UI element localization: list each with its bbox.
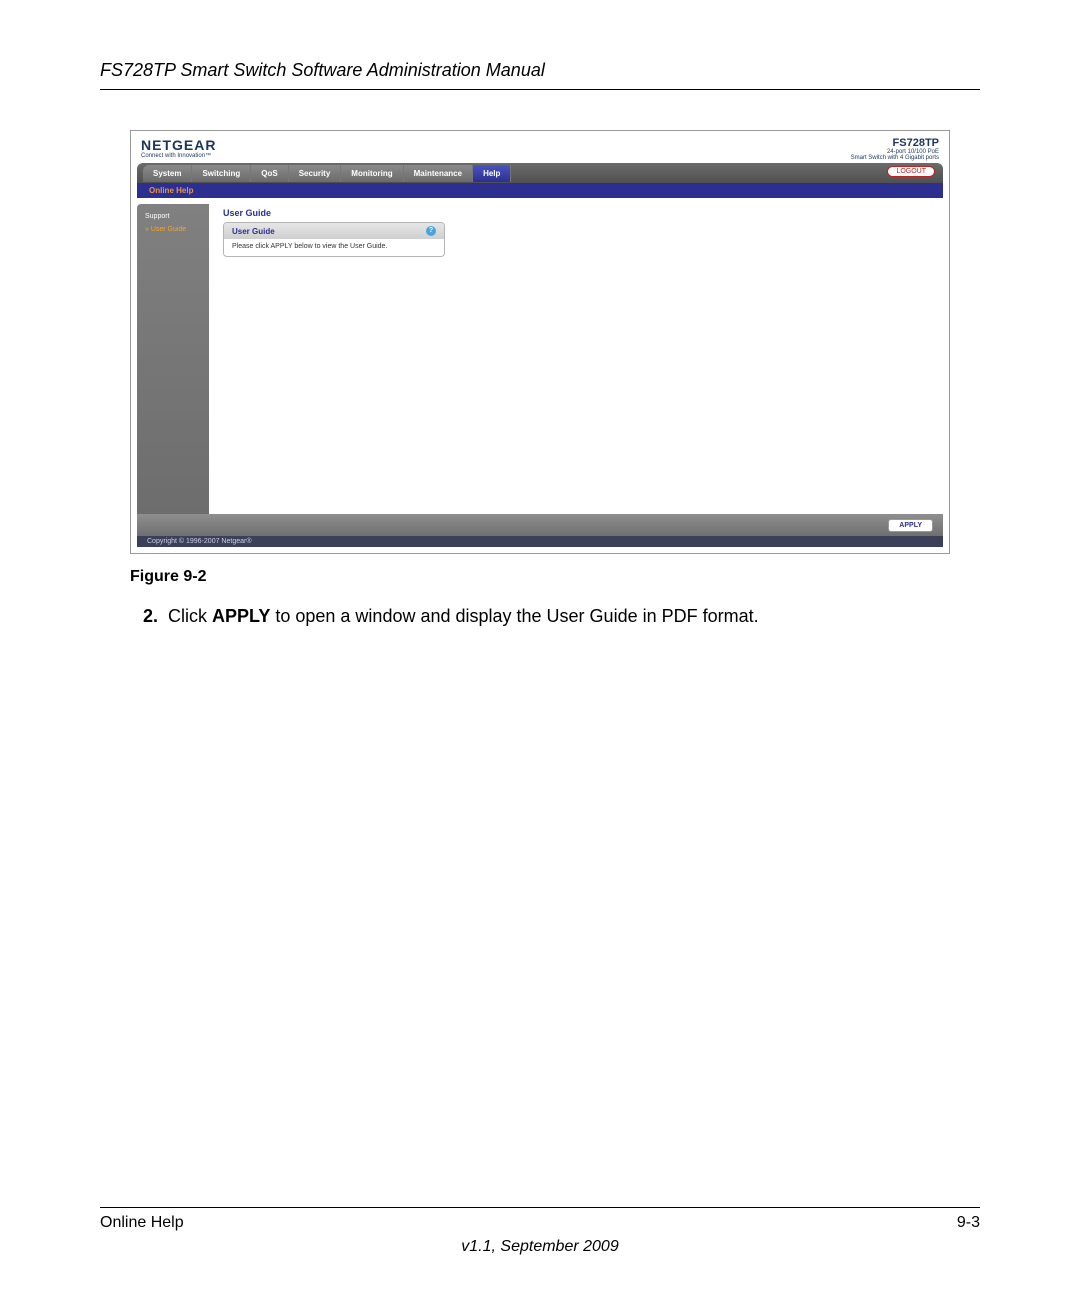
panel-title: User Guide [223, 208, 943, 218]
bottom-bar: APPLY [137, 514, 943, 536]
tab-maintenance[interactable]: Maintenance [404, 165, 473, 182]
copyright-bar: Copyright © 1996-2007 Netgear® [137, 536, 943, 547]
footer-version: v1.1, September 2009 [100, 1238, 980, 1256]
tab-security[interactable]: Security [289, 165, 342, 182]
panel-box-header: User Guide ? [224, 223, 444, 239]
step-number: 2. [130, 604, 168, 628]
figure-caption: Figure 9-2 [130, 568, 950, 586]
tabs-row: System Switching QoS Security Monitoring… [137, 163, 943, 183]
footer-page-number: 9-3 [957, 1214, 980, 1232]
main-area: Support » User Guide User Guide User Gui… [137, 204, 943, 514]
logout-button[interactable]: LOGOUT [887, 166, 935, 177]
logo-text: NETGEAR [141, 137, 216, 153]
product-block: FS728TP 24-port 10/100 PoE Smart Switch … [851, 137, 939, 161]
step-text-prefix: Click [168, 606, 212, 626]
panel-box: User Guide ? Please click APPLY below to… [223, 222, 445, 257]
step-text-bold: APPLY [212, 606, 270, 626]
screenshot-header: NETGEAR Connect with Innovation™ FS728TP… [131, 131, 949, 163]
panel-box-header-label: User Guide [232, 227, 275, 236]
screenshot: NETGEAR Connect with Innovation™ FS728TP… [130, 130, 950, 554]
sidebar-item-support[interactable]: Support [137, 210, 209, 223]
sidebar-item-user-guide[interactable]: » User Guide [137, 223, 209, 236]
help-icon[interactable]: ? [426, 226, 436, 236]
instruction-step: 2. Click APPLY to open a window and disp… [130, 604, 950, 628]
footer-row: Online Help 9-3 [100, 1214, 980, 1232]
content-area: User Guide User Guide ? Please click APP… [209, 204, 943, 514]
step-text-suffix: to open a window and display the User Gu… [270, 606, 758, 626]
footer-rule [100, 1207, 980, 1208]
subnav-online-help[interactable]: Online Help [137, 183, 943, 198]
tab-system[interactable]: System [143, 165, 192, 182]
product-desc-2: Smart Switch with 4 Gigabit ports [851, 155, 939, 161]
page-header-title: FS728TP Smart Switch Software Administra… [100, 60, 980, 90]
step-text: Click APPLY to open a window and display… [168, 604, 759, 628]
page-footer: Online Help 9-3 v1.1, September 2009 [100, 1207, 980, 1256]
logo-tagline: Connect with Innovation™ [141, 153, 216, 159]
panel-note: Please click APPLY below to view the Use… [224, 239, 444, 256]
footer-section: Online Help [100, 1214, 184, 1232]
sidebar: Support » User Guide [137, 204, 209, 514]
tab-qos[interactable]: QoS [251, 165, 288, 182]
tab-help[interactable]: Help [473, 165, 511, 182]
tab-monitoring[interactable]: Monitoring [341, 165, 403, 182]
product-name: FS728TP [851, 137, 939, 149]
figure-container: NETGEAR Connect with Innovation™ FS728TP… [130, 130, 950, 586]
apply-button[interactable]: APPLY [888, 519, 933, 532]
logo-block: NETGEAR Connect with Innovation™ [141, 137, 216, 159]
tab-switching[interactable]: Switching [192, 165, 251, 182]
